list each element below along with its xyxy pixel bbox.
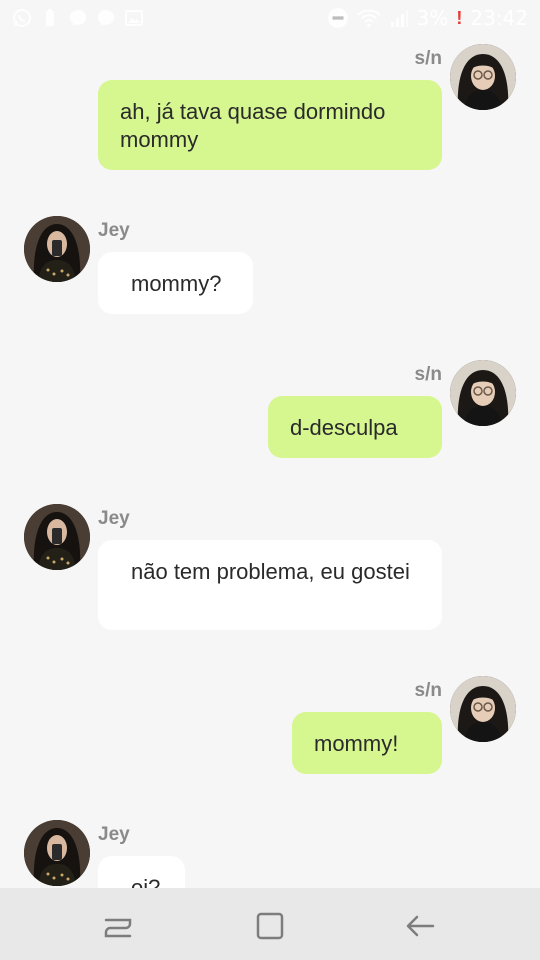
avatar-jey[interactable]	[24, 216, 90, 282]
message-bubble[interactable]: ah, já tava quase dormindo mommy	[98, 80, 442, 170]
gallery-icon	[125, 10, 143, 26]
message-text: não tem problema, eu gostei	[131, 559, 410, 584]
avatar-sn-image	[450, 360, 516, 426]
message-bubble[interactable]: mommy?	[98, 252, 253, 314]
navigation-bar	[0, 888, 540, 960]
wifi-icon	[356, 9, 381, 28]
avatar-jey[interactable]	[24, 504, 90, 570]
avatar-sn[interactable]	[450, 44, 516, 110]
message-text: mommy?	[131, 271, 222, 296]
signal-icon	[390, 10, 408, 27]
message-text: d-desculpa	[290, 415, 398, 440]
back-icon[interactable]	[401, 906, 441, 946]
avatar-sn[interactable]	[450, 360, 516, 426]
battery-percent: 3%	[416, 6, 449, 30]
battery-alert-icon: !	[456, 7, 463, 28]
sender-name: Jey	[98, 220, 130, 241]
message-bubble[interactable]: mommy!	[292, 712, 442, 774]
message-text: mommy!	[314, 731, 399, 756]
avatar-sn[interactable]	[450, 676, 516, 742]
message-text: oi?	[131, 875, 161, 888]
avatar-sn-image	[450, 44, 516, 110]
home-icon[interactable]	[250, 906, 290, 946]
status-bar-notifications	[12, 8, 144, 28]
avatar-jey-image	[24, 504, 90, 570]
message-bubble[interactable]: d-desculpa	[268, 396, 442, 458]
do-not-disturb-icon	[327, 8, 348, 28]
status-bar-system: 3% ! 23:42	[327, 6, 528, 30]
sender-name: Jey	[98, 824, 130, 845]
messenger-icon	[70, 10, 86, 26]
whatsapp-icon	[13, 9, 31, 27]
status-bar: 3% ! 23:42	[0, 0, 540, 36]
chat-thread: s/n ah, já tava quase dormindo mommy Jey…	[0, 0, 540, 888]
avatar-jey[interactable]	[24, 820, 90, 886]
sender-name: s/n	[414, 364, 442, 385]
status-time: 23:42	[470, 6, 528, 30]
message-bubble[interactable]: não tem problema, eu gostei	[98, 540, 442, 630]
messenger-icon	[98, 10, 114, 26]
avatar-sn-image	[450, 676, 516, 742]
message-bubble[interactable]: oi?	[98, 856, 185, 888]
sender-name: s/n	[414, 48, 442, 69]
avatar-jey-image	[24, 216, 90, 282]
sender-name: Jey	[98, 508, 130, 529]
battery-saver-icon	[46, 9, 54, 26]
recents-icon[interactable]	[98, 906, 138, 946]
avatar-jey-image	[24, 820, 90, 886]
message-text: ah, já tava quase dormindo mommy	[120, 99, 386, 152]
sender-name: s/n	[414, 680, 442, 701]
